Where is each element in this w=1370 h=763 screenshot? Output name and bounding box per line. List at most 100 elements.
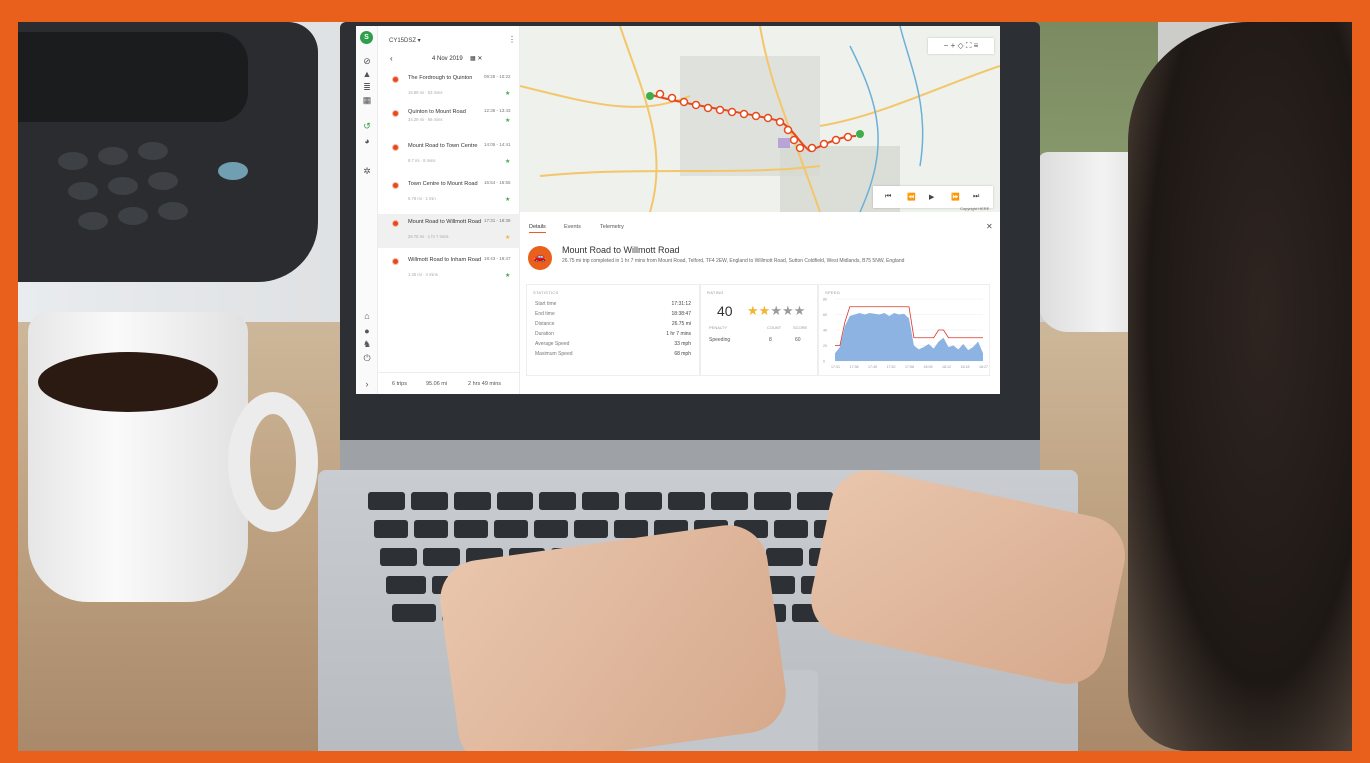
calendar-icon[interactable]: ▦ ✕ <box>470 55 482 62</box>
penalty-label: Speeding <box>709 337 731 343</box>
star-icon: ★ <box>505 159 511 165</box>
warning-icon[interactable]: ▲ <box>361 69 373 79</box>
icon-rail: S ⊘ ▲ ≣ ▦ ↺ ◕ ✲ ⌂ ● ♞ ⏻ › <box>356 26 378 394</box>
driver-icon[interactable]: ♞ <box>361 339 373 349</box>
stat-row: Duration 1 hr 7 mins <box>535 331 691 337</box>
skip-end-icon[interactable]: ⏭ <box>973 193 979 201</box>
rating-panel: RATING 40 ★★★★★ PENALTY COUNT SCORE Spee… <box>700 284 818 376</box>
phone-key <box>148 172 178 190</box>
keyboard-key <box>494 520 528 538</box>
keyboard-key <box>453 492 491 510</box>
stat-value: 33 mph <box>674 341 691 347</box>
trip-meta: 34.29 mi · 66 mins <box>408 117 443 122</box>
stat-value: 68 mph <box>674 351 691 357</box>
trip-name: Mount Road to Town Centre <box>408 143 478 149</box>
trips-panel: CY15DSZ ▾ ⋮ ‹ 4 Nov 2019 ▦ ✕ The Fordrou… <box>378 26 520 394</box>
history-icon[interactable]: ↺ <box>361 121 373 131</box>
speed-chart-panel: SPEED 0 20 40 60 80 17:31 17:38 17:45 17:52 17:58… <box>818 284 990 376</box>
trip-item[interactable]: The Fordrough to Quinton 09:28 - 10:22 19.… <box>378 70 520 104</box>
keyboard-key <box>410 492 448 510</box>
close-icon[interactable]: ✕ <box>986 222 993 231</box>
phone-key <box>58 152 88 170</box>
rating-stars: ★★★★★ <box>747 303 805 319</box>
end-marker <box>856 130 864 138</box>
rating-heading: RATING <box>707 290 724 295</box>
route-map[interactable]: − + ◇ ⛶ ≡ ⏮ ⏪ ▶ ⏩ ⏭ Copyright HERE <box>520 26 1000 212</box>
mug-handle <box>228 392 318 532</box>
trip-meta: 26.75 mi · 1 hr 7 mins <box>408 234 449 239</box>
rating-score: 40 <box>717 303 733 319</box>
trip-name: Quinton to Mount Road <box>408 109 466 115</box>
star-icon: ★ <box>758 303 771 318</box>
phone-handset <box>18 32 248 122</box>
x-tick-label: 17:52 <box>887 365 896 369</box>
pie-chart-icon[interactable]: ◕ <box>361 136 373 146</box>
phone-key <box>218 162 248 180</box>
trip-name: Willmott Road to Inham Road <box>408 257 482 263</box>
statistics-heading: STATISTICS <box>533 290 559 295</box>
trip-pin-icon <box>392 110 399 117</box>
coffee-mug <box>28 312 318 602</box>
tab-details[interactable]: Details <box>529 224 546 233</box>
play-icon[interactable]: ▶ <box>929 193 934 201</box>
calendar-icon[interactable]: ▦ <box>361 95 373 105</box>
trip-meta: 8.7 mi · 8 mins <box>408 158 436 163</box>
phone-key <box>68 182 98 200</box>
phone-key <box>118 207 148 225</box>
rewind-icon[interactable]: ⏪ <box>907 193 916 201</box>
keyboard-key <box>668 492 705 510</box>
star-icon: ★ <box>505 118 511 124</box>
trip-name: The Fordrough to Quinton <box>408 75 473 81</box>
trip-time: 18:43 - 18:47 <box>484 256 511 261</box>
keyboard-key <box>625 492 662 510</box>
trip-detail: Details Events Telemetry ✕ 🚗 Mount Road … <box>520 212 1000 394</box>
trip-item[interactable]: Mount Road to Town Centre 14:05 - 14:41 8.… <box>378 138 520 172</box>
speed-chart: 0 20 40 60 80 17:31 17:38 17:45 17:52 17:58 18:05 1… <box>823 298 988 370</box>
trip-item[interactable]: Town Centre to Mount Road 16:54 - 16:55 6.… <box>378 176 520 210</box>
vehicle-selector[interactable]: CY15DSZ ▾ <box>389 37 421 44</box>
date-navigator: ‹ 4 Nov 2019 ▦ ✕ <box>382 54 516 66</box>
penalty-col: PENALTY <box>709 325 727 330</box>
keyboard-key <box>414 520 448 538</box>
stat-value: 18:38:47 <box>671 311 691 317</box>
fast-forward-icon[interactable]: ⏩ <box>951 193 960 201</box>
person-silhouette <box>1128 22 1352 751</box>
laptop-screen: S ⊘ ▲ ≣ ▦ ↺ ◕ ✲ ⌂ ● ♞ ⏻ › CY15DSZ ▾ ⋮ ‹ … <box>356 26 1000 394</box>
stat-row: Average Speed 33 mph <box>535 341 691 347</box>
trip-title: Mount Road to Willmott Road <box>562 245 680 255</box>
trip-count: 6 trips <box>392 381 407 387</box>
gear-icon[interactable]: ✲ <box>361 166 373 176</box>
home-icon[interactable]: ⌂ <box>361 311 373 321</box>
trip-item[interactable]: Mount Road to Willmott Road 17:31 - 18:38… <box>378 214 520 248</box>
avatar[interactable]: S <box>360 31 373 44</box>
trip-date[interactable]: 4 Nov 2019 <box>432 56 463 62</box>
keyboard-key <box>796 492 834 510</box>
map-copyright: Copyright HERE <box>960 206 990 211</box>
power-icon[interactable]: ⏻ <box>361 353 373 363</box>
chevron-right-icon[interactable]: › <box>361 379 373 389</box>
keyboard-key <box>574 520 608 538</box>
total-distance: 95.06 mi <box>426 381 448 387</box>
y-tick-label: 60 <box>823 313 827 317</box>
more-icon[interactable]: ⋮ <box>508 35 516 44</box>
x-tick-label: 18:12 <box>942 365 951 369</box>
stat-value: 26.75 mi <box>671 321 691 327</box>
tab-telemetry[interactable]: Telemetry <box>600 224 624 230</box>
prev-day-icon[interactable]: ‹ <box>390 54 393 63</box>
x-tick-label: 17:58 <box>905 365 914 369</box>
keyboard-key <box>710 492 748 510</box>
trip-item[interactable]: Quinton to Mount Road 12:35 - 13:43 34.29 … <box>378 104 520 138</box>
coffee <box>38 352 218 412</box>
compass-icon[interactable]: ⊘ <box>361 56 373 66</box>
x-tick-label: 17:31 <box>831 365 840 369</box>
desk-phone <box>18 22 318 282</box>
trip-item[interactable]: Willmott Road to Inham Road 18:43 - 18:47… <box>378 252 520 286</box>
skip-start-icon[interactable]: ⏮ <box>885 193 891 201</box>
reports-icon[interactable]: ≣ <box>361 82 373 92</box>
keyboard-key <box>422 548 460 566</box>
phone-key <box>78 212 108 230</box>
star-icon: ★ <box>505 91 511 97</box>
map-controls[interactable]: − + ◇ ⛶ ≡ <box>928 38 994 54</box>
user-icon[interactable]: ● <box>361 326 373 336</box>
tab-events[interactable]: Events <box>564 224 581 230</box>
